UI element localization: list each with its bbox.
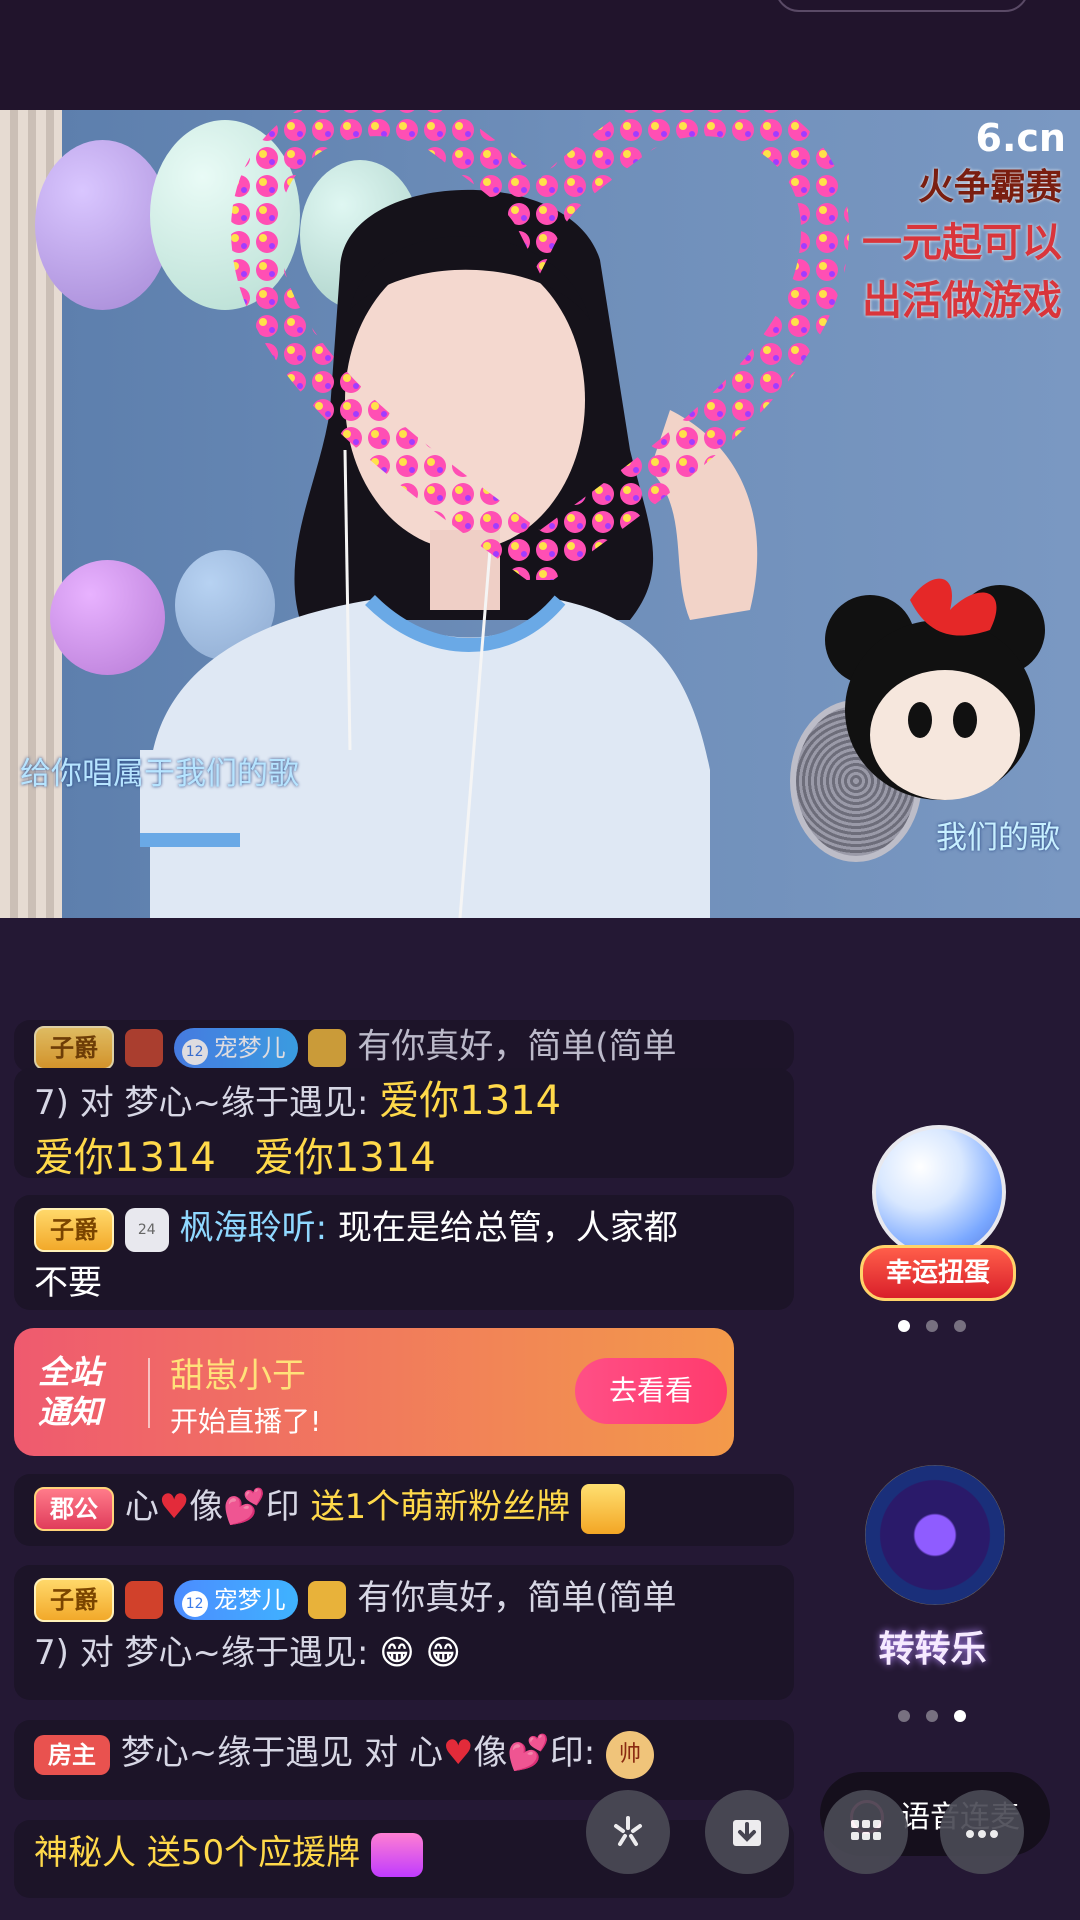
hearts-icon: 💕	[223, 1487, 266, 1527]
spin-wheel-widget[interactable]: 转转乐	[845, 1455, 1020, 1675]
hearts-icon: 💕	[507, 1733, 550, 1773]
more-button[interactable]	[940, 1790, 1024, 1874]
more-dots-icon	[966, 1830, 998, 1838]
medal-icon	[124, 1029, 163, 1067]
top-bar	[0, 0, 1080, 110]
user-icon	[308, 1029, 347, 1067]
grid-icon	[851, 1820, 881, 1840]
cheer-sign-gift-icon	[370, 1832, 423, 1877]
divider	[148, 1358, 150, 1428]
chat-message: 7) 对 梦心~缘于遇见: 爱你1314 爱你1314 爱你1314	[14, 1068, 794, 1181]
chat-message: 神秘人 送50个应援牌	[14, 1820, 794, 1898]
sparkle-icon	[614, 1816, 642, 1846]
top-pill-button[interactable]	[775, 0, 1029, 12]
interaction-button[interactable]	[586, 1790, 670, 1874]
chat-message-partial: 子爵 12 宠梦儿 有你真好，简单(简单	[14, 1020, 794, 1072]
spin-wheel-icon	[865, 1465, 1005, 1605]
watermark-logo: 6.cn	[975, 116, 1066, 160]
heart-icon: ♥	[158, 1487, 190, 1527]
go-watch-button[interactable]: 去看看	[575, 1358, 727, 1424]
rank-badge: 郡公	[34, 1486, 114, 1531]
apps-button[interactable]	[824, 1790, 908, 1874]
site-notice-banner[interactable]: 全站 通知 甜崽小于 开始直播了! 去看看	[14, 1328, 734, 1456]
chat-message: 子爵 24 枫海聆听: 现在是给总管，人家都 不要	[14, 1195, 794, 1310]
chess-coin-icon: 帅	[606, 1730, 655, 1779]
download-icon	[733, 1820, 761, 1846]
spin-label: 转转乐	[878, 1629, 987, 1670]
medal-icon	[124, 1580, 163, 1619]
promo-text: 火争霸赛 一元起可以 出活做游戏	[862, 167, 1062, 324]
fan-card-gift-icon	[580, 1483, 625, 1534]
pager-dots	[898, 1320, 966, 1332]
heart-icon: ♥	[442, 1733, 474, 1773]
caption-right: 我们的歌	[936, 820, 1060, 856]
chat-message: 房主 梦心~缘于遇见 对 心♥像💕印: 帅	[14, 1720, 794, 1800]
lucky-egg-label: 幸运扭蛋	[860, 1245, 1016, 1301]
fan-badge: 12 宠梦儿	[173, 1579, 298, 1620]
owner-badge: 房主	[34, 1734, 110, 1775]
heart-gift-effect	[230, 110, 850, 580]
gacha-ball-icon	[872, 1125, 1006, 1259]
fan-badge: 12 宠梦儿	[173, 1028, 298, 1068]
rank-badge: 子爵	[34, 1577, 114, 1622]
level-shield-icon: 24	[124, 1207, 169, 1252]
rank-badge: 子爵	[34, 1207, 114, 1252]
username[interactable]: 枫海聆听:	[180, 1208, 327, 1248]
minnie-plush	[825, 578, 1045, 800]
user-icon	[308, 1580, 347, 1619]
caption-left: 给你唱属于我们的歌	[20, 756, 299, 792]
live-video[interactable]: 给你唱属于我们的歌 我们的歌 6.cn 火争霸赛 一元起可以 出活做游戏	[0, 110, 1080, 918]
lucky-egg-widget[interactable]: 幸运扭蛋	[860, 1125, 1016, 1305]
notice-status: 开始直播了!	[170, 1405, 322, 1438]
chat-message: 郡公 心♥像💕印 送1个萌新粉丝牌	[14, 1474, 794, 1546]
chat-message: 子爵 12 宠梦儿 有你真好，简单(简单 7) 对 梦心~缘于遇见: 😁 😁	[14, 1565, 794, 1700]
download-button[interactable]	[705, 1790, 789, 1874]
notice-streamer-name: 甜崽小于	[170, 1356, 306, 1396]
pager-dots	[898, 1710, 966, 1722]
grin-emoji-icon: 😁 😁	[379, 1633, 461, 1673]
rank-badge: 子爵	[34, 1026, 114, 1070]
